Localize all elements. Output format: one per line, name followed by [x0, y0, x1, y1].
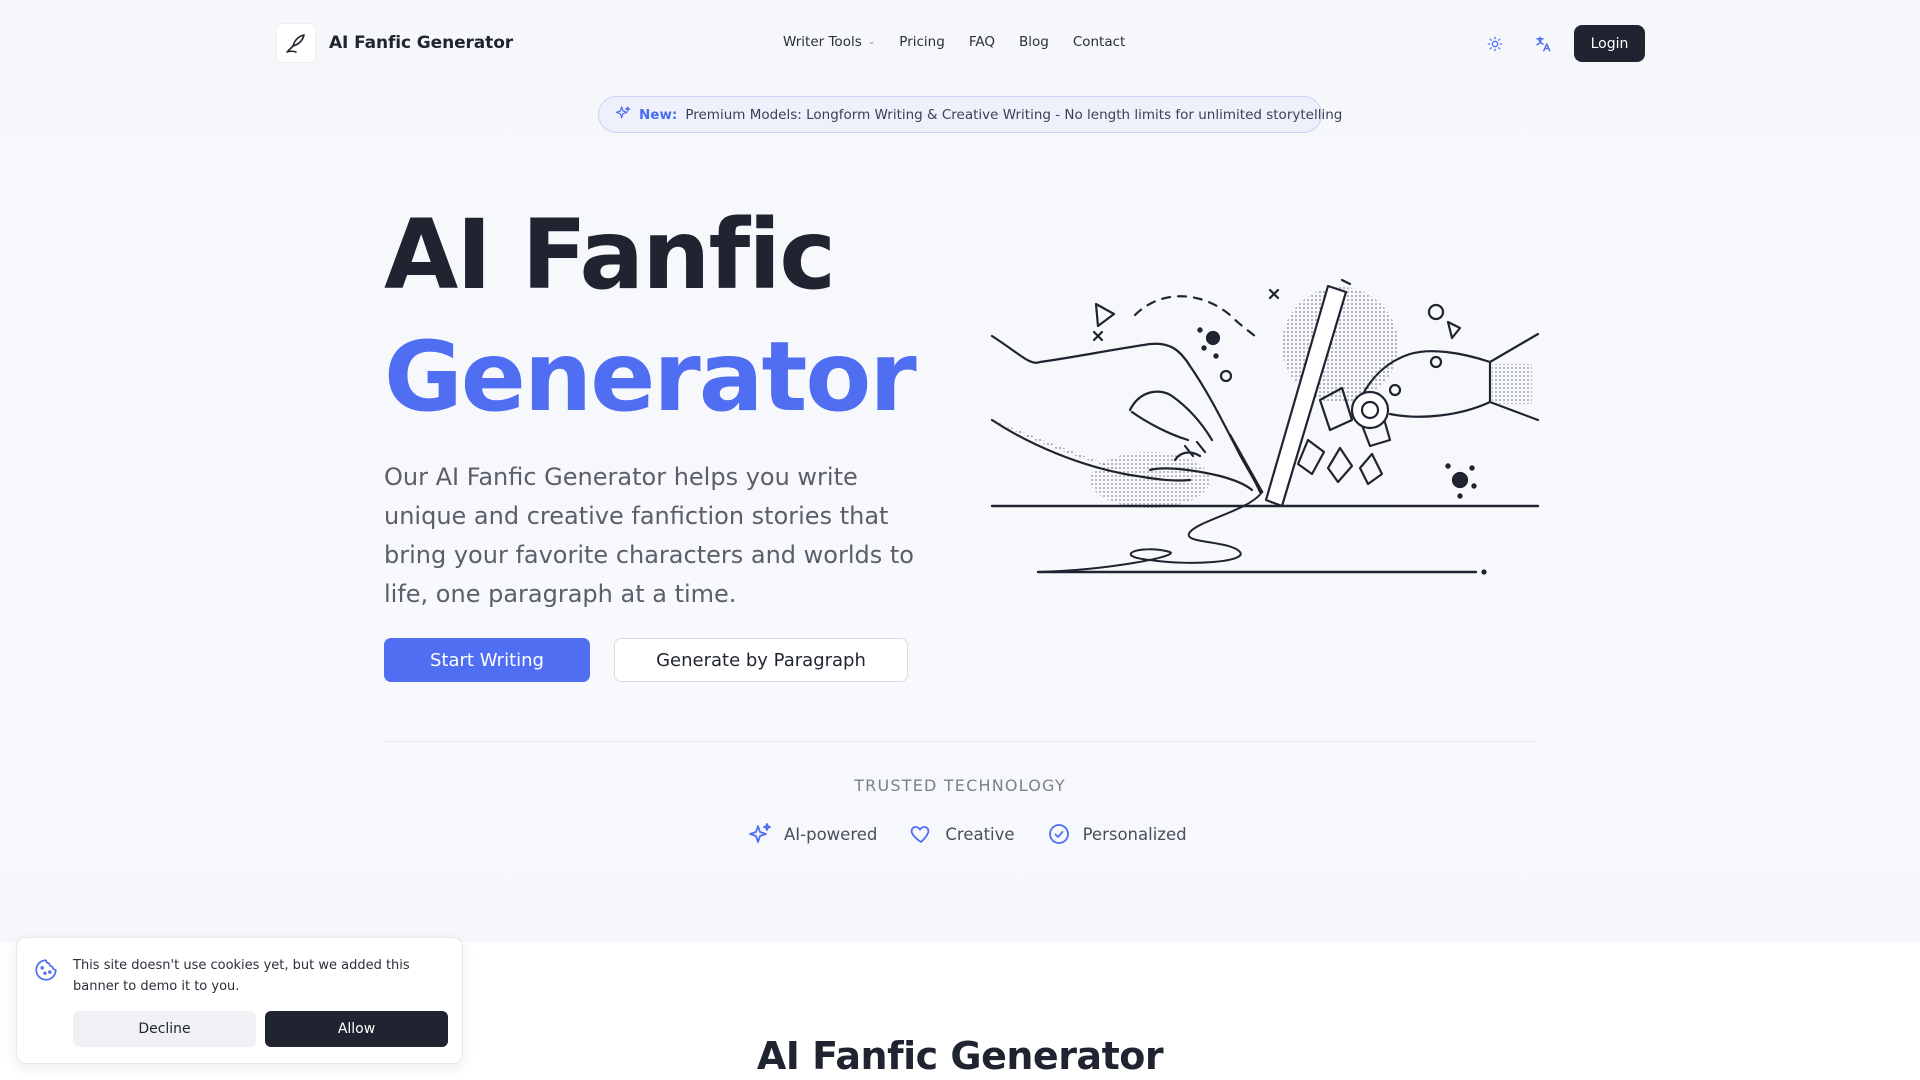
- brand-name: AI Fanfic Generator: [329, 33, 514, 53]
- sun-icon[interactable]: [1483, 32, 1507, 56]
- cookie-banner: This site doesn't use cookies yet, but w…: [16, 937, 463, 1064]
- page-background: [0, 0, 1920, 1080]
- nav-writer-tools[interactable]: Writer Tools ⌄: [783, 34, 875, 50]
- chevron-down-icon: ⌄: [867, 37, 876, 47]
- top-navigation: AI Fanfic Generator Writer Tools ⌄ Prici…: [0, 0, 1920, 88]
- feature-personalized: Personalized: [1047, 822, 1187, 846]
- hero-illustration: [990, 270, 1540, 580]
- sparkles-icon: [748, 822, 772, 846]
- cookie-text: This site doesn't use cookies yet, but w…: [73, 958, 410, 994]
- announcement-banner[interactable]: New: Premium Models: Longform Writing & …: [598, 96, 1342, 133]
- cookie-icon: [33, 957, 59, 983]
- nav-pricing[interactable]: Pricing: [899, 34, 945, 50]
- section-divider: [384, 741, 1536, 742]
- feature-label: Creative: [945, 824, 1015, 844]
- feature-label: Personalized: [1082, 824, 1187, 844]
- feature-creative: Creative: [909, 822, 1015, 846]
- nav-contact[interactable]: Contact: [1073, 34, 1126, 50]
- start-writing-button[interactable]: Start Writing: [384, 638, 590, 682]
- nav-blog[interactable]: Blog: [1019, 34, 1049, 50]
- check-circle-icon: [1047, 822, 1071, 846]
- decline-button[interactable]: Decline: [73, 1011, 256, 1047]
- nav-writer-tools-label: Writer Tools: [783, 34, 862, 50]
- translate-icon[interactable]: [1531, 32, 1555, 56]
- hero-title-line1: AI Fanfic: [384, 199, 836, 311]
- hero-description: Our AI Fanfic Generator helps you write …: [384, 463, 914, 608]
- nav-faq[interactable]: FAQ: [969, 34, 995, 50]
- trusted-heading: TRUSTED TECHNOLOGY: [854, 776, 1066, 795]
- generate-by-paragraph-button[interactable]: Generate by Paragraph: [614, 638, 908, 682]
- quill-pen-icon: [276, 23, 316, 63]
- feature-ai-powered: AI-powered: [748, 822, 877, 846]
- allow-button[interactable]: Allow: [265, 1011, 448, 1047]
- login-button[interactable]: Login: [1574, 25, 1645, 62]
- announcement-message: Premium Models: Longform Writing & Creat…: [685, 106, 1343, 123]
- feature-label: AI-powered: [784, 824, 878, 844]
- feature-list: AI-powered Creative Personalized: [748, 822, 1219, 846]
- announcement-tag: New:: [639, 106, 678, 123]
- heart-icon: [909, 822, 933, 846]
- sparkles-icon: [615, 105, 631, 125]
- main-nav: Writer Tools ⌄ Pricing FAQ Blog Contact: [783, 34, 1149, 50]
- hero-title-line2: Generator: [384, 321, 917, 433]
- brand-home-link[interactable]: AI Fanfic Generator: [276, 23, 513, 63]
